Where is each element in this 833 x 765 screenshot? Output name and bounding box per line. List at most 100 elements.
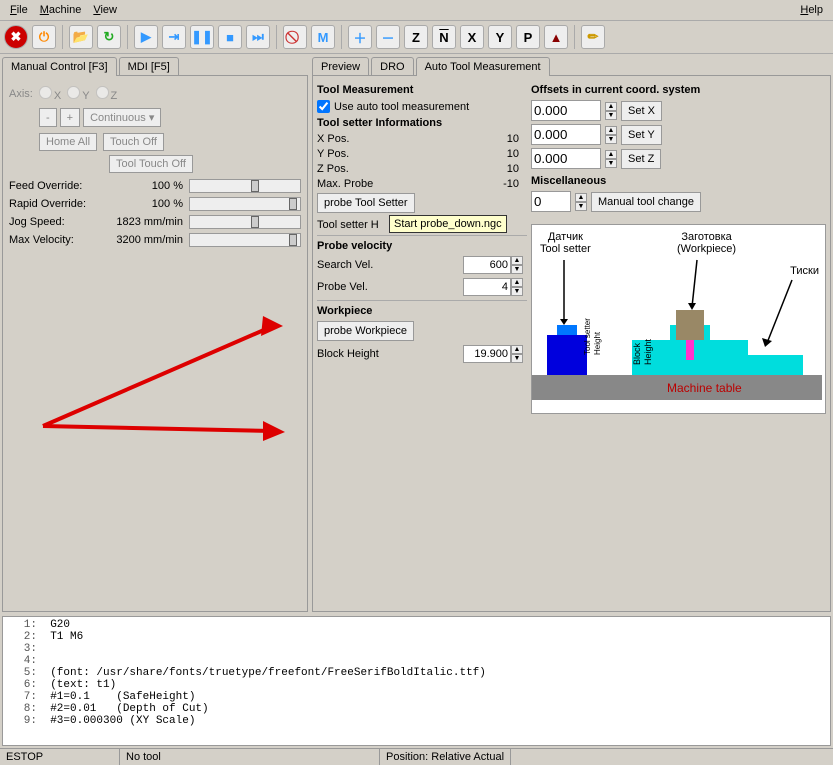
probe-vel-input[interactable] (463, 278, 511, 296)
tab-dro[interactable]: DRO (371, 57, 413, 76)
tab-mdi[interactable]: MDI [F5] (119, 57, 179, 76)
probe-workpiece-button[interactable]: probe Workpiece (317, 321, 414, 341)
open-icon[interactable]: 📂 (69, 25, 93, 49)
jog-plus-button[interactable]: + (60, 108, 80, 127)
tool-measurement-header: Tool Measurement (317, 84, 527, 96)
view-n-icon[interactable]: N (432, 25, 456, 49)
tool-num-down-icon[interactable]: ▼ (575, 202, 587, 211)
gcode-listing[interactable]: 1: G20 2: T1 M6 3: 4: 5: (font: /usr/sha… (2, 616, 831, 746)
play-icon[interactable]: ▶ (134, 25, 158, 49)
manual-tool-change-button[interactable]: Manual tool change (591, 192, 701, 212)
zpos-label: Z Pos. (317, 163, 349, 175)
block-height-down-icon[interactable]: ▼ (511, 354, 523, 363)
axis-label: Axis: (9, 88, 33, 100)
set-x-button[interactable]: Set X (621, 101, 662, 121)
jog-speed-slider[interactable] (189, 215, 301, 229)
probe-vel-up-icon[interactable]: ▲ (511, 278, 523, 287)
offset-x-up-icon[interactable]: ▲ (605, 102, 617, 111)
touch-off-button[interactable]: Touch Off (103, 133, 164, 151)
cone-icon[interactable]: ▲ (544, 25, 568, 49)
axis-y-radio[interactable]: Y (67, 86, 89, 102)
tab-preview[interactable]: Preview (312, 57, 369, 76)
estop-icon[interactable]: ✖ (4, 25, 28, 49)
offsets-header: Offsets in current coord. system (531, 84, 826, 96)
block-skip-icon[interactable]: ⃠ (283, 25, 307, 49)
block-height-up-icon[interactable]: ▲ (511, 345, 523, 354)
offset-y-input[interactable] (531, 124, 601, 145)
maxprobe-label: Max. Probe (317, 178, 373, 190)
view-x-icon[interactable]: X (460, 25, 484, 49)
toolbar: ✖ ⏻ 📂 ↻ ▶ ⇥ ❚❚ ■ ⏭ ⃠ M ＋ － Z N X Y P ▲ ✏ (0, 21, 833, 54)
search-vel-input[interactable] (463, 256, 511, 274)
probe-vel-down-icon[interactable]: ▼ (511, 287, 523, 296)
search-vel-down-icon[interactable]: ▼ (511, 265, 523, 274)
clear-plot-icon[interactable]: ✏ (581, 25, 605, 49)
block-height-input[interactable] (463, 345, 511, 363)
rapid-override-value: 100 % (99, 198, 189, 210)
menu-machine[interactable]: Machine (34, 2, 88, 18)
xpos-value: 10 (507, 133, 519, 145)
tool-touch-off-button[interactable]: Tool Touch Off (109, 155, 193, 173)
feed-override-label: Feed Override: (9, 180, 99, 192)
skip-icon[interactable]: ⏭ (246, 25, 270, 49)
jog-mode-dropdown[interactable]: Continuous ▾ (83, 108, 161, 127)
svg-text:Tool setter: Tool setter (583, 318, 592, 355)
auto-tool-measure-label: Use auto tool measurement (334, 101, 469, 113)
offset-z-up-icon[interactable]: ▲ (605, 150, 617, 159)
zoom-in-icon[interactable]: ＋ (348, 25, 372, 49)
status-position: Position: Relative Actual (380, 749, 511, 765)
view-p-icon[interactable]: P (516, 25, 540, 49)
zoom-out-icon[interactable]: － (376, 25, 400, 49)
menu-file[interactable]: File (4, 2, 34, 18)
set-y-button[interactable]: Set Y (621, 125, 662, 145)
max-velocity-label: Max Velocity: (9, 234, 99, 246)
probe-velocity-header: Probe velocity (317, 240, 527, 252)
max-velocity-slider[interactable] (189, 233, 301, 247)
view-y-icon[interactable]: Y (488, 25, 512, 49)
overrides-section: Feed Override: 100 % Rapid Override: 100… (9, 177, 301, 249)
annotation-arrows-icon (3, 226, 303, 446)
feed-override-value: 100 % (99, 180, 189, 192)
offset-y-up-icon[interactable]: ▲ (605, 126, 617, 135)
diag-table-label: Machine table (667, 381, 742, 395)
home-all-button[interactable]: Home All (39, 133, 97, 151)
offset-x-input[interactable] (531, 100, 601, 121)
pause-icon[interactable]: ❚❚ (190, 25, 214, 49)
optional-stop-icon[interactable]: M (311, 25, 335, 49)
menu-help[interactable]: Help (794, 2, 829, 18)
block-height-label: Block Height (317, 348, 379, 360)
svg-text:Height: Height (643, 338, 653, 365)
maxprobe-value: -10 (503, 178, 519, 190)
probe-vel-label: Probe Vel. (317, 281, 368, 293)
offset-y-down-icon[interactable]: ▼ (605, 135, 617, 144)
tab-auto-tool-measurement[interactable]: Auto Tool Measurement (416, 57, 550, 76)
set-z-button[interactable]: Set Z (621, 149, 661, 169)
jog-minus-button[interactable]: - (39, 108, 57, 127)
menu-view[interactable]: View (87, 2, 123, 18)
manual-control-panel: Axis: X Y Z - + Continuous ▾ Home All To… (2, 75, 308, 612)
tool-setter-info-header: Tool setter Informations (317, 117, 527, 129)
axis-z-radio[interactable]: Z (96, 86, 118, 102)
offset-z-input[interactable] (531, 148, 601, 169)
auto-tool-measure-checkbox[interactable] (317, 100, 330, 113)
rapid-override-slider[interactable] (189, 197, 301, 211)
tool-number-input[interactable] (531, 191, 571, 212)
rapid-override-label: Rapid Override: (9, 198, 99, 210)
workpiece-header: Workpiece (317, 305, 527, 317)
reload-icon[interactable]: ↻ (97, 25, 121, 49)
tool-num-up-icon[interactable]: ▲ (575, 193, 587, 202)
offset-z-down-icon[interactable]: ▼ (605, 159, 617, 168)
zpos-value: 10 (507, 163, 519, 175)
view-z-icon[interactable]: Z (404, 25, 428, 49)
feed-override-slider[interactable] (189, 179, 301, 193)
axis-x-radio[interactable]: X (39, 86, 61, 102)
tab-manual-control[interactable]: Manual Control [F3] (2, 57, 117, 76)
stop-icon[interactable]: ■ (218, 25, 242, 49)
power-icon[interactable]: ⏻ (32, 25, 56, 49)
offset-x-down-icon[interactable]: ▼ (605, 111, 617, 120)
status-tool: No tool (120, 749, 380, 765)
probe-tool-setter-button[interactable]: probe Tool Setter (317, 193, 415, 213)
max-velocity-value: 3200 mm/min (99, 234, 189, 246)
search-vel-up-icon[interactable]: ▲ (511, 256, 523, 265)
step-icon[interactable]: ⇥ (162, 25, 186, 49)
